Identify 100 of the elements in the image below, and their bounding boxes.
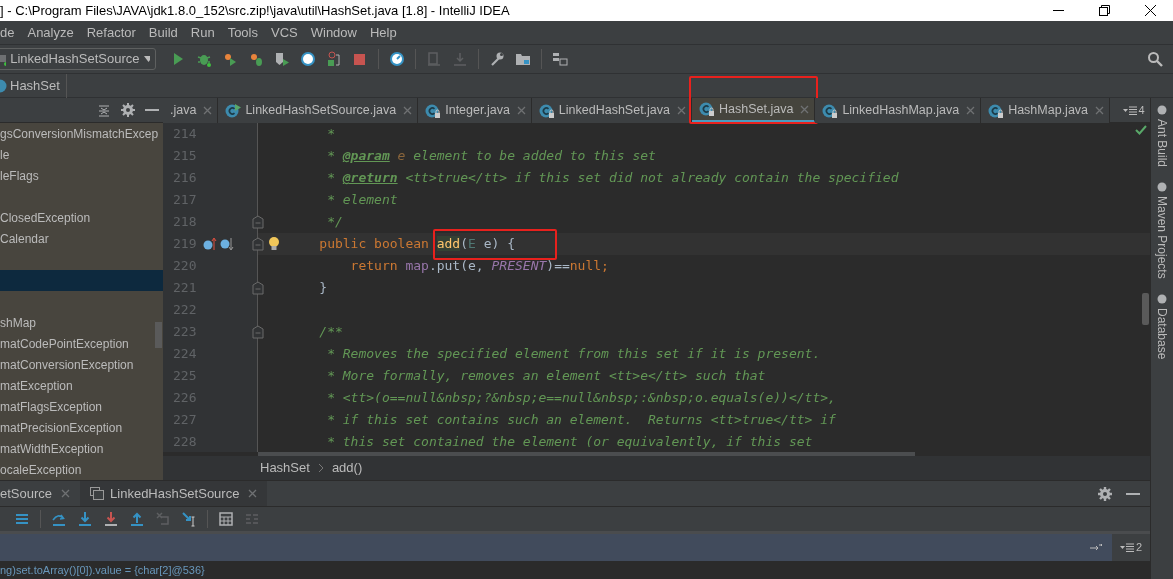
locked-class-icon: [699, 101, 716, 117]
menu-item[interactable]: Window: [310, 22, 357, 43]
editor-tab[interactable]: .java: [163, 98, 219, 123]
menu-item[interactable]: Help: [370, 22, 397, 43]
tool-window-button[interactable]: Ant Build: [1153, 104, 1171, 168]
tree-item[interactable]: shMap: [0, 312, 163, 333]
lightbulb-icon: [268, 236, 280, 252]
tab-overflow-button[interactable]: 4: [1118, 98, 1150, 123]
locked-class-icon: [425, 102, 442, 119]
close-icon[interactable]: [1144, 5, 1156, 16]
tree-item[interactable]: gsConversionMismatchExcep: [0, 123, 163, 144]
editor-tab[interactable]: LinkedHashSet.java: [531, 98, 693, 123]
locked-class-icon: [538, 102, 555, 119]
menu-item[interactable]: Run: [190, 22, 215, 43]
menu-item[interactable]: Tools: [227, 22, 258, 43]
download-icon[interactable]: [452, 51, 468, 67]
window-title: ] - C:\Program Files\JAVA\jdk1.8.0_152\src.zip!\java\util\HashSet.java [1.8] - IntelliJ IDEA: [0, 1, 510, 20]
tree-item[interactable]: le: [0, 144, 163, 165]
folder-icon[interactable]: [515, 51, 531, 67]
force-step-into-icon[interactable]: [103, 511, 119, 527]
code-token: PRESENT: [491, 257, 547, 276]
minimize-icon: [1126, 492, 1140, 495]
code-token: map: [405, 257, 429, 276]
menu-item[interactable]: de: [0, 22, 15, 43]
code-token: public boolean: [318, 235, 430, 254]
drop-frame-icon[interactable]: [155, 511, 171, 527]
editor-tab[interactable]: LinkedHashSetSource.java: [218, 98, 419, 123]
code-token: return: [349, 257, 399, 276]
runnable-class-icon: [225, 102, 242, 119]
tree-item[interactable]: matFlagsException: [0, 396, 163, 417]
tool-window-icon: [1156, 181, 1168, 194]
breadcrumb-item[interactable]: HashSet: [0, 73, 67, 98]
step-out-icon[interactable]: [129, 511, 145, 527]
tool-window-icon: [1156, 104, 1168, 116]
list-icon: [1123, 106, 1138, 115]
coverage-icon[interactable]: [222, 51, 238, 67]
code-token: * if this set contains such an element. Returns <tt>true</tt> if: [326, 411, 836, 430]
editor-tab[interactable]: HashSet.java: [692, 98, 816, 123]
scrollbar-thumb[interactable]: [155, 322, 162, 348]
tree-item[interactable]: leFlags: [0, 165, 163, 186]
run-to-cursor-icon[interactable]: [181, 511, 197, 527]
list-icon[interactable]: [14, 511, 30, 527]
chevron-icon: [317, 463, 324, 473]
minimize-icon: [145, 109, 159, 111]
code-token: *: [326, 125, 335, 144]
tool-window-button[interactable]: Database: [1153, 292, 1171, 360]
profiler-icon[interactable]: [248, 51, 264, 67]
checkmark-icon: [1135, 125, 1147, 135]
code-token: */: [326, 213, 343, 232]
tool-window-button[interactable]: Maven Projects: [1153, 181, 1171, 279]
code-token: /**: [318, 323, 343, 342]
stop-icon[interactable]: [352, 51, 368, 67]
gauge-icon[interactable]: [389, 51, 405, 67]
calculator-icon[interactable]: [218, 511, 234, 527]
structure-icon[interactable]: [552, 51, 568, 67]
shield-run-icon[interactable]: [274, 51, 290, 67]
breadcrumb-item[interactable]: HashSet: [260, 458, 310, 478]
code-token: null;: [569, 257, 609, 276]
scrollbar-thumb[interactable]: [1142, 293, 1149, 325]
code-token: e: [396, 147, 406, 166]
menu-item[interactable]: Build: [148, 22, 178, 43]
editor-tab[interactable]: LinkedHashMap.java: [815, 98, 982, 123]
variable-value[interactable]: ng)set.toArray()[0]).value = {char[2]@536}: [0, 563, 205, 577]
code-token: * More formally, removes an element <tt>e</tt> such that: [326, 367, 766, 386]
debug-tab[interactable]: LinkedHashSetSource: [80, 481, 268, 506]
code-token: .put(e,: [428, 257, 485, 276]
tree-item[interactable]: matPrecisionException: [0, 417, 163, 438]
config-icon: [0, 52, 7, 66]
code-token: }: [318, 279, 328, 298]
code-token: *: [326, 147, 336, 166]
maximize-icon[interactable]: [1098, 5, 1110, 16]
tree-item[interactable]: ClosedException: [0, 207, 163, 228]
run-config-dropdown[interactable]: LinkedHashSetSource: [0, 48, 156, 70]
code-token: )==: [546, 257, 570, 276]
settings-icon[interactable]: [489, 51, 505, 67]
menu-item[interactable]: Refactor: [86, 22, 136, 43]
editor-tab[interactable]: Integer.java: [418, 98, 532, 123]
minimize-icon[interactable]: [1052, 10, 1064, 11]
search-icon[interactable]: [1147, 51, 1163, 67]
code-token: e) {: [482, 236, 515, 252]
code-token: <tt>true</tt> if this set did not already contain the specified: [404, 169, 899, 188]
tree-item[interactable]: ocaleException: [0, 459, 163, 480]
code-token: add: [436, 236, 461, 252]
stop-debug-icon[interactable]: [326, 51, 342, 67]
menu-item[interactable]: VCS: [271, 22, 298, 43]
tree-item[interactable]: Calendar: [0, 228, 163, 249]
tree-item[interactable]: matConversionException: [0, 354, 163, 375]
breadcrumb-item[interactable]: add(): [331, 458, 363, 478]
menu-item[interactable]: Analyze: [27, 22, 74, 43]
tree-item[interactable]: matException: [0, 375, 163, 396]
tree-item[interactable]: matWidthException: [0, 438, 163, 459]
caret-icon: [143, 56, 150, 62]
step-into-icon[interactable]: [77, 511, 93, 527]
tree-item[interactable]: matCodePointException: [0, 333, 163, 354]
code-token: E: [468, 236, 476, 252]
code-token: @param: [342, 147, 390, 166]
collapse-all-icon: [97, 103, 111, 117]
editor-tab[interactable]: HashMap.java: [981, 98, 1111, 123]
code-token: * Removes the specified element from this set if it is present.: [326, 345, 821, 364]
code-token: element to be added to this set: [412, 147, 656, 166]
